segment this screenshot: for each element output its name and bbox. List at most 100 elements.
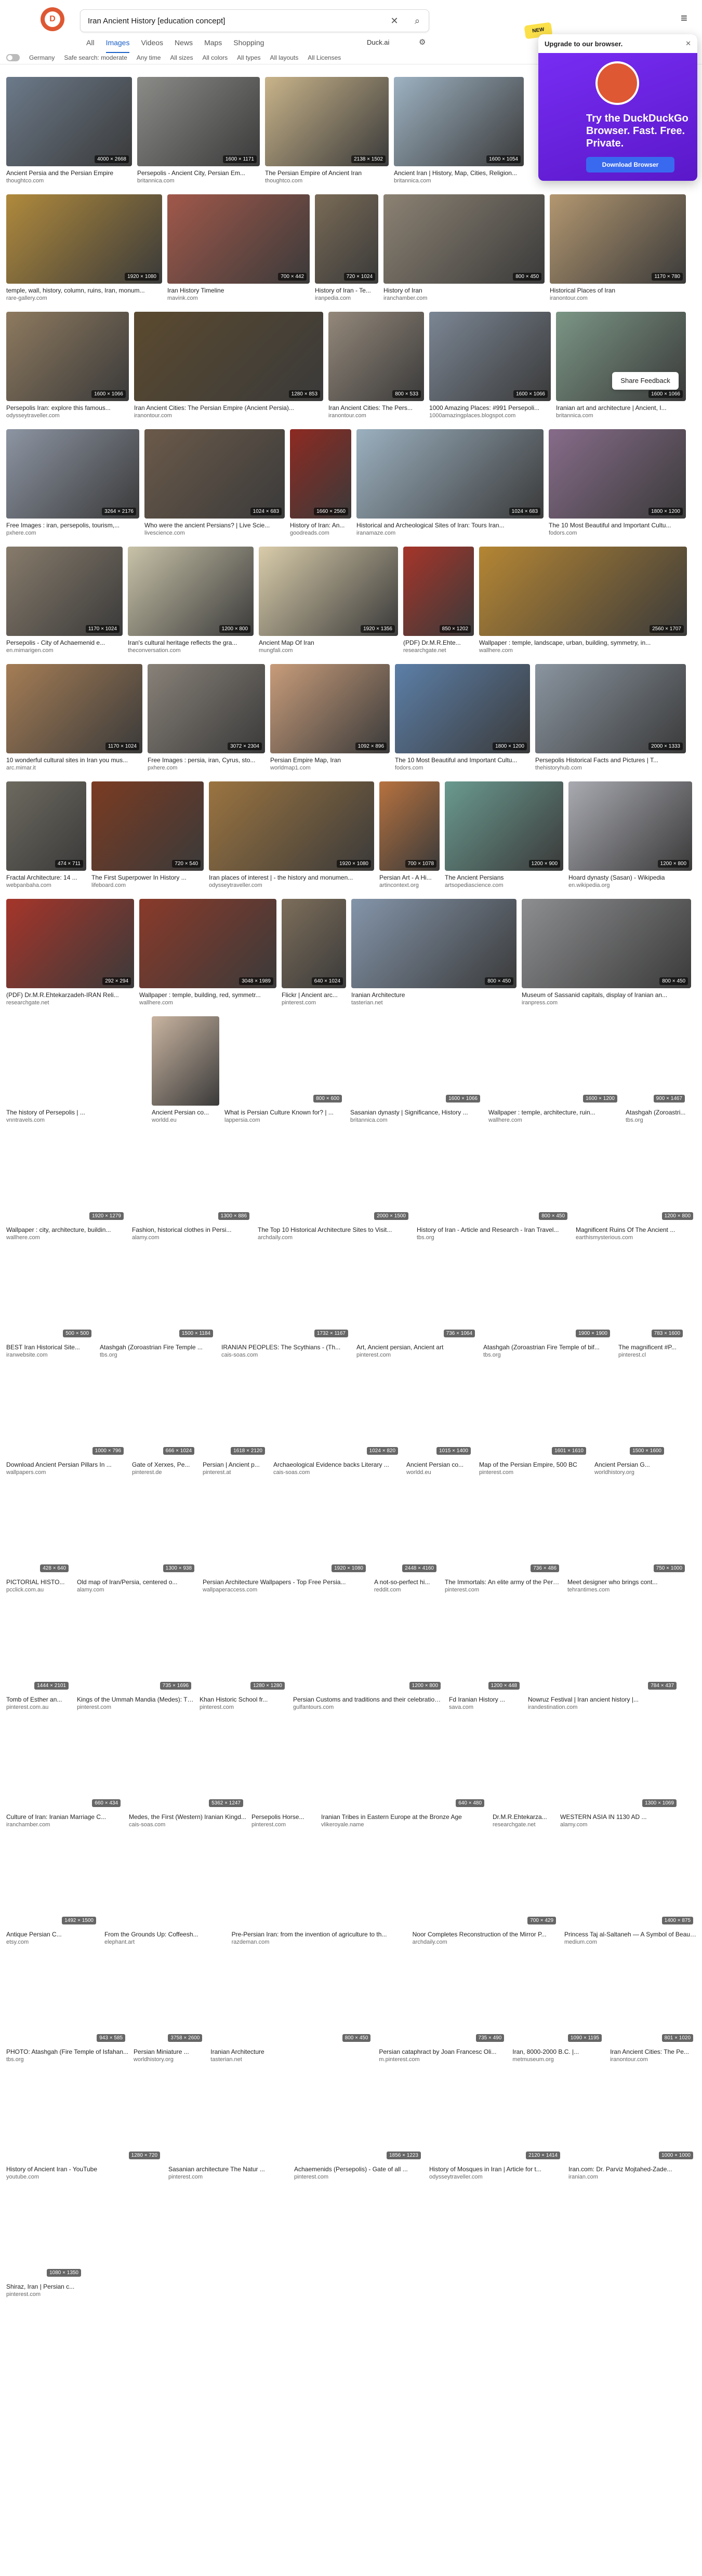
result-thumbnail[interactable]: 1200 × 800	[568, 781, 692, 871]
close-icon[interactable]: ✕	[685, 39, 691, 48]
image-result[interactable]: 666 × 1024 Gate of Xerxes, Pe... pinterest…	[132, 1369, 197, 1479]
result-caption[interactable]: The magnificent #P...	[618, 1344, 686, 1351]
filter-size[interactable]: All sizes	[170, 54, 193, 61]
result-caption[interactable]: Fd Iranian History ...	[449, 1696, 523, 1703]
image-result[interactable]: Persepolis Horse... pinterest.com	[251, 1721, 316, 1831]
result-source[interactable]: earthismysterious.com	[576, 1234, 696, 1241]
duckai-link[interactable]: Duck.ai	[367, 38, 389, 46]
result-source[interactable]: researchgate.net	[493, 1822, 555, 1828]
image-result[interactable]: 3264 × 2176 Free Images : iran, persepoli…	[6, 429, 139, 539]
result-caption[interactable]: Shiraz, Iran | Persian c...	[6, 2283, 84, 2290]
result-thumbnail[interactable]: 720 × 1024	[315, 194, 378, 284]
image-result[interactable]: 720 × 1024 History of Iran - Te... iranped…	[315, 194, 378, 304]
result-thumbnail[interactable]: 700 × 1078	[379, 781, 440, 871]
image-result[interactable]: 1800 × 1200 The 10 Most Beautiful and Imp…	[549, 429, 686, 539]
result-thumbnail[interactable]: 2120 × 1414	[429, 2073, 563, 2162]
result-source[interactable]: metmuseum.org	[512, 2056, 605, 2063]
tab-videos[interactable]: Videos	[141, 34, 163, 53]
result-thumbnail[interactable]: 800 × 450	[210, 1956, 374, 2045]
result-caption[interactable]: Iranian Tribes in Eastern Europe at the …	[321, 1813, 487, 1821]
result-thumbnail[interactable]: 1920 × 1080	[6, 194, 162, 284]
image-result[interactable]: Sasanian architecture The Natur ... pinte…	[168, 2073, 289, 2183]
result-source[interactable]: britannica.com	[350, 1117, 483, 1123]
image-result[interactable]: 5362 × 1247 Medes, the First (Western) Ir…	[129, 1721, 246, 1831]
result-source[interactable]: britannica.com	[556, 413, 686, 419]
result-source[interactable]: pinterest.com	[168, 2174, 289, 2180]
image-result[interactable]: 800 × 450 Museum of Sassanid capitals, di…	[522, 899, 691, 1009]
result-caption[interactable]: Achaemenids (Persepolis) - Gate of all .…	[294, 2166, 424, 2173]
image-result[interactable]: 292 × 294 (PDF) Dr.M.R.Ehtekarzadeh-IRAN …	[6, 899, 134, 1009]
result-caption[interactable]: Who were the ancient Persians? | Live Sc…	[144, 522, 285, 529]
result-caption[interactable]: The Persian Empire of Ancient Iran	[265, 169, 389, 177]
image-result[interactable]: 1280 × 853 Iran Ancient Cities: The Persi…	[134, 312, 323, 422]
result-source[interactable]: irandestination.com	[528, 1704, 680, 1710]
result-thumbnail[interactable]: 1732 × 1167	[221, 1251, 351, 1340]
image-result[interactable]: 660 × 434 Culture of Iran: Iranian Marria…	[6, 1721, 124, 1831]
result-source[interactable]: iranchamber.com	[383, 295, 545, 301]
image-result[interactable]: 1920 × 1279 Wallpaper : city, architectur…	[6, 1134, 127, 1244]
result-source[interactable]: worldhistory.org	[594, 1469, 667, 1476]
tab-all[interactable]: All	[86, 34, 95, 53]
download-browser-button[interactable]: Download Browser	[586, 157, 674, 172]
result-source[interactable]: wallhere.com	[479, 647, 687, 654]
image-result[interactable]: 1300 × 938 Old map of Iran/Persia, center…	[77, 1486, 197, 1596]
result-caption[interactable]: The Ancient Persians	[445, 874, 563, 881]
image-result[interactable]: 1200 × 800 Iran's cultural heritage refle…	[128, 547, 254, 657]
result-thumbnail[interactable]: 1000 × 796	[6, 1369, 127, 1458]
result-caption[interactable]: Kings of the Ummah Mandia (Medes): Their…	[77, 1696, 194, 1703]
image-result[interactable]: 1400 × 875 Princess Taj al-Saltaneh — A S…	[564, 1838, 696, 1948]
result-source[interactable]: pinterest.at	[203, 1469, 268, 1476]
result-source[interactable]: worldhistory.org	[134, 2056, 205, 2063]
result-caption[interactable]: Free Images : iran, persepolis, tourism,…	[6, 522, 139, 529]
result-source[interactable]: webpanbaha.com	[6, 882, 86, 888]
image-result[interactable]: 1600 × 1200 Wallpaper : temple, architect…	[488, 1016, 620, 1126]
result-source[interactable]: artsopediascience.com	[445, 882, 563, 888]
result-thumbnail[interactable]: 1618 × 2120	[203, 1369, 268, 1458]
image-result[interactable]: 1080 × 1350 Shiraz, Iran | Persian c... pi…	[6, 2190, 84, 2301]
result-caption[interactable]: (PDF) Dr.M.R.Ehtekarzadeh-IRAN Reli...	[6, 991, 134, 999]
result-source[interactable]: pinterest.com	[479, 1469, 589, 1476]
result-caption[interactable]: The 10 Most Beautiful and Important Cult…	[395, 756, 530, 764]
result-caption[interactable]: History of Mosques in Iran | Article for…	[429, 2166, 563, 2173]
result-source[interactable]: razdeman.com	[232, 1939, 407, 1945]
image-result[interactable]: 1600 × 1054 Ancient Iran | History, Map, …	[394, 77, 524, 187]
result-source[interactable]: wallpaperaccess.com	[203, 1587, 369, 1593]
result-thumbnail[interactable]: 801 × 1020	[610, 1956, 696, 2045]
result-caption[interactable]: Iran's cultural heritage reflects the gr…	[128, 639, 254, 646]
result-source[interactable]: odysseytraveller.com	[6, 413, 129, 419]
result-caption[interactable]: The history of Persepolis | ...	[6, 1109, 147, 1116]
result-source[interactable]: wallhere.com	[139, 1000, 276, 1006]
result-caption[interactable]: Iran Ancient Cities: The Pe...	[610, 2048, 696, 2055]
result-thumbnail[interactable]: 943 × 585	[6, 1956, 129, 2045]
result-source[interactable]: researchgate.net	[6, 1000, 134, 1006]
result-thumbnail[interactable]: 3264 × 2176	[6, 429, 139, 519]
image-result[interactable]: 2120 × 1414 History of Mosques in Iran | …	[429, 2073, 563, 2183]
result-caption[interactable]: Wallpaper : temple, building, red, symme…	[139, 991, 276, 999]
result-caption[interactable]: Persepolis Historical Facts and Pictures…	[535, 756, 686, 764]
result-thumbnail[interactable]: 1280 × 853	[134, 312, 323, 401]
result-thumbnail[interactable]: 1500 × 1184	[100, 1251, 216, 1340]
image-result[interactable]: 2000 × 1333 Persepolis Historical Facts a…	[535, 664, 686, 774]
result-caption[interactable]: Iran places of interest | - the history …	[209, 874, 374, 881]
result-thumbnail[interactable]: 783 × 1600	[618, 1251, 686, 1340]
result-thumbnail[interactable]: 1500 × 1600	[594, 1369, 667, 1458]
result-source[interactable]: alamy.com	[560, 1822, 680, 1828]
result-source[interactable]: odysseytraveller.com	[209, 882, 374, 888]
result-caption[interactable]: Persian Miniature ...	[134, 2048, 205, 2055]
result-caption[interactable]: Nowruz Festival | Iran ancient history |…	[528, 1696, 680, 1703]
result-caption[interactable]: Art, Ancient persian, Ancient art	[356, 1344, 478, 1351]
result-source[interactable]: thoughtco.com	[6, 178, 132, 184]
image-result[interactable]: 640 × 1024 Flickr | Ancient arc... pintere…	[282, 899, 346, 1009]
result-thumbnail[interactable]: 800 × 533	[328, 312, 424, 401]
image-result[interactable]: 735 × 490 Persian cataphract by Joan Fran…	[379, 1956, 508, 2066]
result-caption[interactable]: Persian | Ancient p...	[203, 1461, 268, 1468]
result-source[interactable]: tbs.org	[483, 1352, 613, 1358]
result-source[interactable]: pinterest.cl	[618, 1352, 686, 1358]
result-caption[interactable]: 10 wonderful cultural sites in Iran you …	[6, 756, 142, 764]
result-source[interactable]: researchgate.net	[403, 647, 474, 654]
image-result[interactable]: 1200 × 448 Fd Iranian History ... sava.com	[449, 1603, 523, 1714]
result-thumbnail[interactable]	[6, 1016, 147, 1106]
image-result[interactable]: 1500 × 1184 Atashgah (Zoroastrian Fire Te…	[100, 1251, 216, 1361]
result-source[interactable]: pinterest.com	[251, 1822, 316, 1828]
image-result[interactable]: 1920 × 1356 Ancient Map Of Iran mungfali.c…	[259, 547, 398, 657]
